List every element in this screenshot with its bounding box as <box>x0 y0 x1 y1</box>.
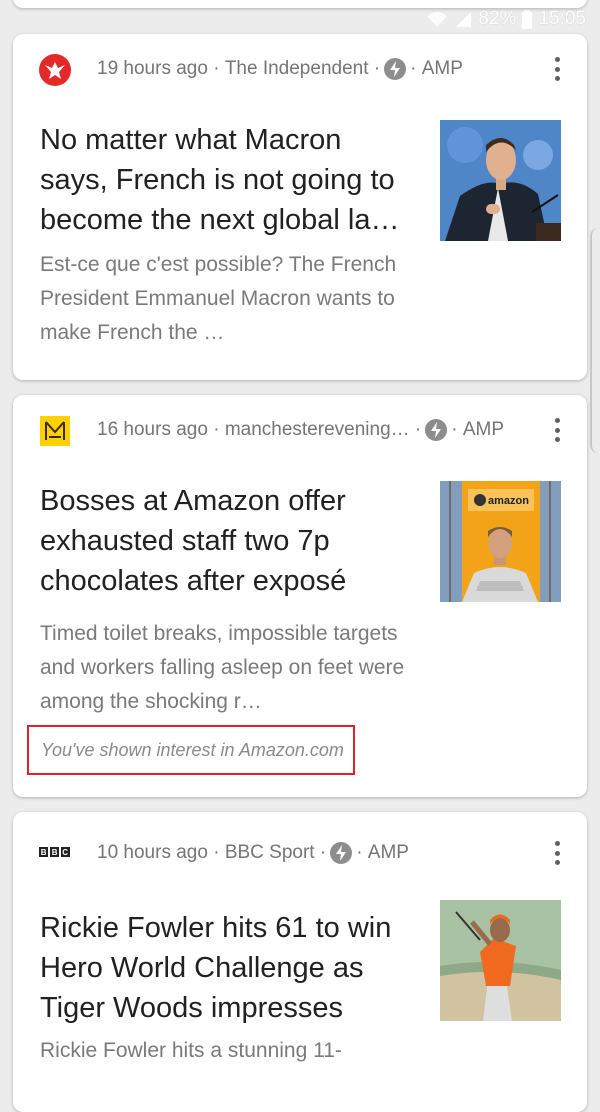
more-options-icon[interactable] <box>551 415 563 445</box>
source-name[interactable]: The Independent <box>225 58 369 80</box>
time-ago: 19 hours ago <box>97 58 208 79</box>
headline[interactable]: Rickie Fowler hits 61 to win Hero World … <box>40 908 410 1028</box>
amp-lightning-icon <box>425 419 448 441</box>
interest-highlight-box: You've shown interest in Amazon.com <box>27 725 355 775</box>
snippet: Est-ce que c'est possible? The French Pr… <box>40 253 397 344</box>
more-options-icon[interactable] <box>551 838 563 868</box>
snippet: Rickie Fowler hits a stunning 11- <box>40 1039 342 1062</box>
card-meta: 10 hours ago · BBC Sport · · AMP <box>97 842 409 864</box>
card-meta: 16 hours ago · manchesterevening… · · AM… <box>97 419 505 441</box>
battery-icon <box>522 9 533 29</box>
amp-label: AMP <box>367 842 409 863</box>
amp-label: AMP <box>421 58 463 79</box>
svg-text:B: B <box>52 848 58 857</box>
signal-icon <box>454 10 472 28</box>
manchester-evening-news-logo-icon <box>39 415 71 447</box>
svg-text:C: C <box>62 848 68 857</box>
article-thumbnail-macron[interactable] <box>440 120 561 241</box>
bbc-logo-icon: B B C <box>39 846 71 858</box>
independent-eagle-logo-icon <box>39 54 71 86</box>
previous-card-edge <box>13 0 587 8</box>
source-name[interactable]: BBC Sport <box>225 842 315 864</box>
amazon-sign-text: amazon <box>488 495 529 507</box>
card-meta: 19 hours ago · The Independent · · AMP <box>97 58 463 80</box>
amp-lightning-icon <box>384 58 407 80</box>
snippet: Timed toilet breaks, impossible targets … <box>40 622 405 713</box>
more-options-icon[interactable] <box>551 54 563 84</box>
svg-text:B: B <box>41 848 47 857</box>
battery-percent: 82% <box>478 8 517 29</box>
news-card-bbc[interactable]: B B C 10 hours ago · BBC Sport · · AMP R… <box>13 812 587 1112</box>
news-card-manchester[interactable]: 16 hours ago · manchesterevening… · · AM… <box>13 395 587 797</box>
interest-reason: You've shown interest in Amazon.com <box>41 740 344 760</box>
article-thumbnail-golfer[interactable] <box>440 900 561 1021</box>
source-name[interactable]: manchesterevening… <box>225 419 410 441</box>
clock: 15:05 <box>538 8 586 29</box>
headline[interactable]: Bosses at Amazon offer exhausted staff t… <box>40 481 410 601</box>
time-ago: 10 hours ago <box>97 842 208 863</box>
time-ago: 16 hours ago <box>97 419 208 440</box>
scrollbar-edge[interactable] <box>590 228 600 453</box>
news-card-independent[interactable]: 19 hours ago · The Independent · · AMP N… <box>13 34 587 380</box>
wifi-icon <box>426 10 448 28</box>
headline[interactable]: No matter what Macron says, French is no… <box>40 120 410 240</box>
article-thumbnail-amazon[interactable]: amazon <box>440 481 561 602</box>
amp-label: AMP <box>462 419 505 440</box>
amp-lightning-icon <box>330 842 353 864</box>
